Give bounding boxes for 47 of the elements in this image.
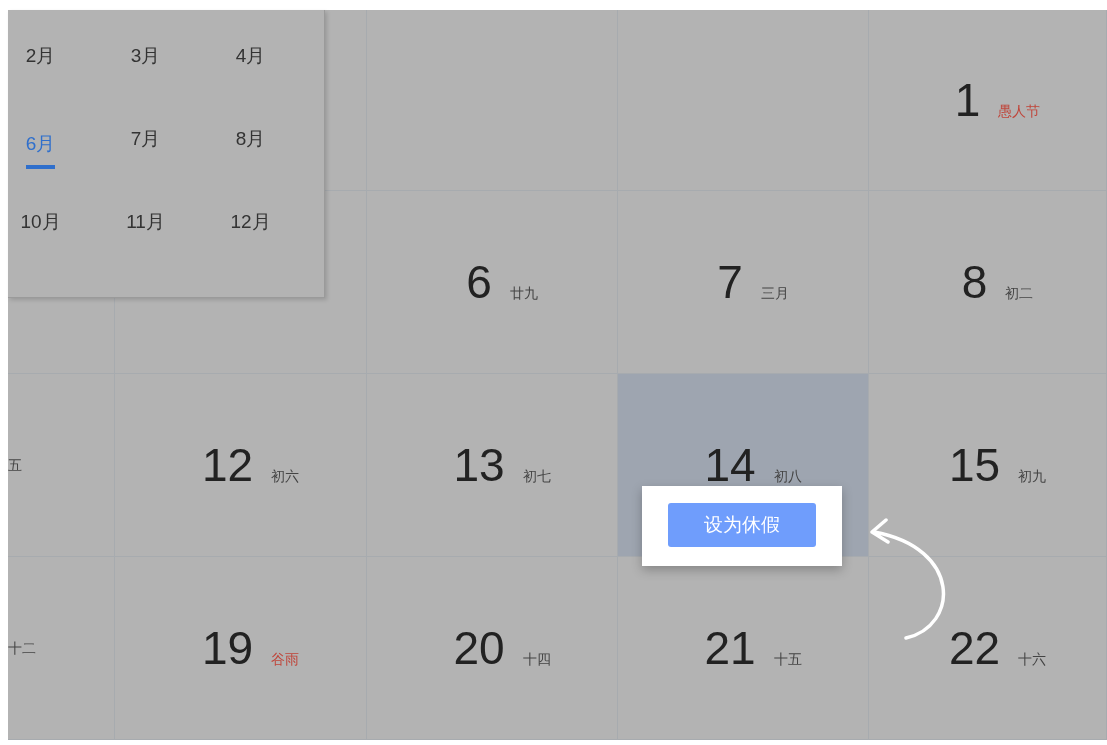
day-number: 21: [704, 625, 756, 671]
lunar-date: 三月: [760, 286, 789, 300]
day-number: 12: [201, 442, 254, 488]
day-cell[interactable]: 13 初七: [367, 374, 618, 557]
day-number: 14: [704, 442, 756, 488]
lunar-date: 初八: [773, 469, 802, 483]
day-number: 15: [948, 442, 1001, 488]
lunar-date: 廿九: [509, 286, 538, 300]
lunar-date: 十六: [1018, 652, 1047, 666]
day-cell[interactable]: 五: [8, 374, 115, 557]
month-option[interactable]: 4月: [235, 42, 266, 81]
day-cell[interactable]: 8 初二: [869, 191, 1107, 374]
month-option[interactable]: 12月: [230, 208, 271, 247]
day-cell[interactable]: 7 三月: [618, 191, 869, 374]
lunar-date: 初六: [271, 469, 300, 483]
lunar-date: 初七: [522, 469, 551, 483]
day-cell[interactable]: 6 廿九: [367, 191, 618, 374]
lunar-date: 十二: [8, 641, 36, 655]
day-number: 20: [453, 625, 505, 671]
day-cell[interactable]: 12 初六: [115, 374, 367, 557]
day-cell[interactable]: 20 十四: [367, 557, 618, 740]
month-option[interactable]: 11月: [126, 208, 165, 247]
day-cell[interactable]: 19 谷雨: [115, 557, 367, 740]
holiday-label: 谷雨: [271, 652, 300, 666]
day-number: 13: [453, 442, 505, 488]
lunar-date: 十五: [773, 652, 802, 666]
day-cell[interactable]: 十二: [8, 557, 115, 740]
holiday-label: 愚人节: [998, 104, 1041, 118]
day-number: 19: [201, 625, 254, 671]
lunar-date: 五: [8, 458, 22, 472]
month-option[interactable]: 7月: [130, 125, 161, 164]
day-number: 1: [954, 77, 981, 123]
day-cell[interactable]: 21 十五: [618, 557, 869, 740]
month-option[interactable]: 3月: [130, 42, 161, 81]
lunar-date: 初二: [1005, 286, 1034, 300]
month-option[interactable]: 2月: [25, 42, 56, 81]
day-number: 22: [948, 625, 1001, 671]
lunar-date: 初九: [1018, 469, 1047, 483]
day-cell[interactable]: 22 十六: [869, 557, 1107, 740]
day-cell[interactable]: 1 愚人节: [869, 10, 1107, 191]
month-option[interactable]: 10月: [20, 208, 61, 247]
day-number: 7: [717, 259, 743, 305]
month-option[interactable]: 8月: [235, 125, 266, 164]
lunar-date: 十四: [522, 652, 551, 666]
day-cell[interactable]: 15 初九: [869, 374, 1107, 557]
day-number: 8: [961, 259, 988, 305]
day-number: 6: [466, 259, 492, 305]
